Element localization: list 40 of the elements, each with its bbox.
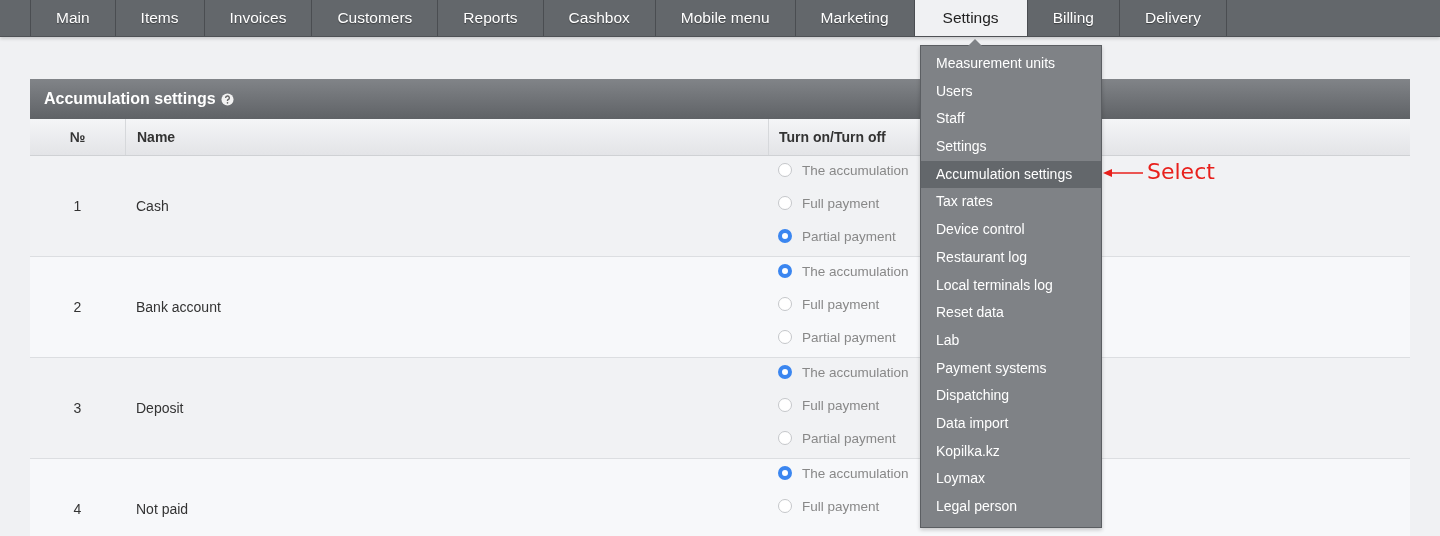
nav-tab[interactable]: Marketing <box>794 0 914 36</box>
nav-tab[interactable]: Items <box>114 0 204 36</box>
menu-item[interactable]: Measurement units <box>921 50 1101 78</box>
menu-item[interactable]: Payment systems <box>921 354 1101 383</box>
table-cell: Deposit <box>136 400 184 416</box>
menu-item[interactable]: Users <box>921 77 1101 106</box>
column-header: № <box>68 128 87 147</box>
menu-item[interactable]: Legal person <box>921 493 1101 521</box>
menu-item[interactable]: Reset data <box>921 299 1101 327</box>
nav-tab[interactable]: Reports <box>437 0 543 36</box>
menu-item[interactable]: Loymax <box>921 465 1101 493</box>
nav-tab[interactable]: Cashbox <box>542 0 655 36</box>
annotation-text: Select <box>1147 159 1215 184</box>
nav-tab[interactable]: Delivery <box>1119 0 1227 36</box>
table-cell: 3 <box>73 400 82 416</box>
panel-title: Accumulation settings <box>44 90 216 108</box>
menu-item[interactable]: Device control <box>921 216 1101 244</box>
table-cell: Bank account <box>136 299 221 315</box>
nav-tab[interactable]: Invoices <box>203 0 312 36</box>
help-icon[interactable] <box>220 92 234 106</box>
nav-tab[interactable]: Customers <box>311 0 438 36</box>
menu-item[interactable]: Local terminals log <box>921 271 1101 300</box>
table-cell: Cash <box>136 198 169 214</box>
menu-item[interactable]: Accumulation settings <box>921 160 1101 189</box>
column-header: Name <box>125 119 768 155</box>
arrow-icon <box>1103 168 1143 178</box>
menu-item[interactable]: Data import <box>921 409 1101 438</box>
menu-item[interactable]: Restaurant log <box>921 243 1101 272</box>
table-cell: 2 <box>73 299 82 315</box>
nav-tab[interactable]: Mobile menu <box>654 0 795 36</box>
menu-item[interactable]: Tax rates <box>921 188 1101 217</box>
table-cell: 4 <box>73 501 82 517</box>
menu-item[interactable]: Lab <box>921 326 1101 355</box>
nav-tab[interactable]: Settings <box>913 0 1027 36</box>
nav-tab[interactable]: Main <box>30 0 115 36</box>
menu-item[interactable]: Kopilka.kz <box>921 437 1101 466</box>
table-cell: Not paid <box>136 501 189 517</box>
table-cell: 1 <box>73 198 82 214</box>
nav-tab[interactable]: Billing <box>1026 0 1119 36</box>
menu-item[interactable]: Dispatching <box>921 382 1101 410</box>
